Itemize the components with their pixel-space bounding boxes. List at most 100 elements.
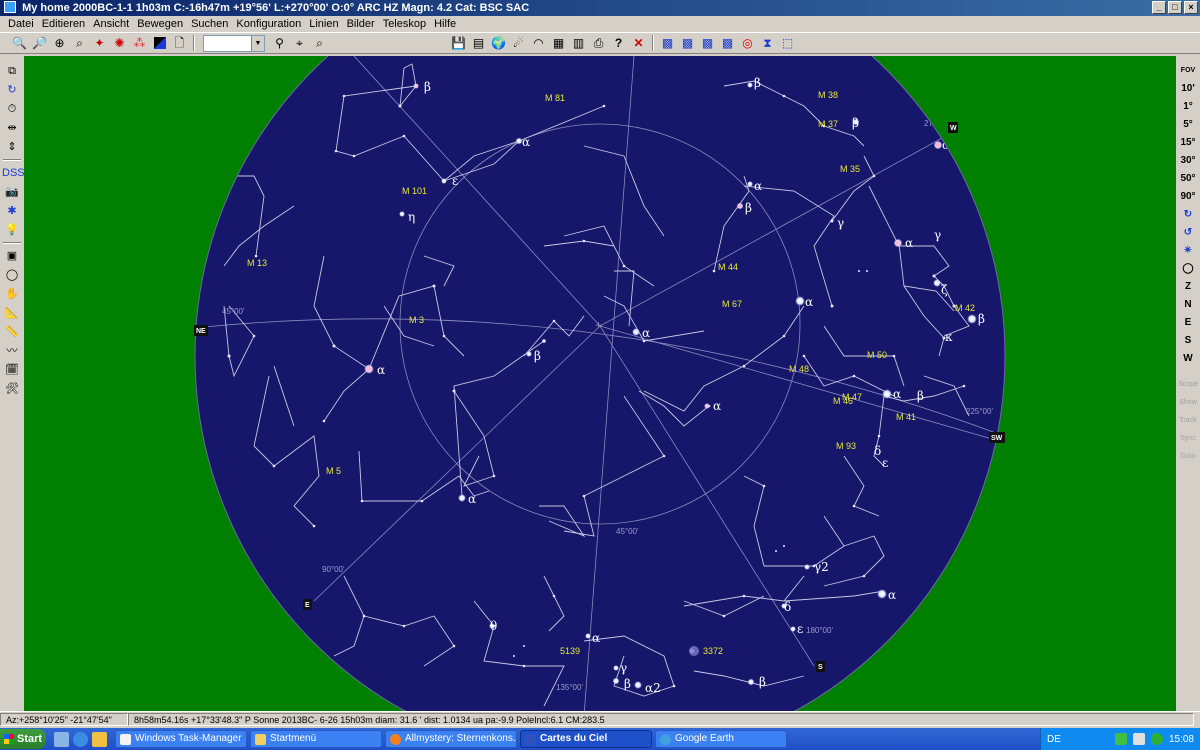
label-delta-cma[interactable]: δ — [874, 444, 881, 458]
zoom-fit-icon[interactable]: ⊕ — [50, 34, 69, 52]
chevron-down-icon[interactable]: ▼ — [251, 35, 264, 51]
measure-icon[interactable]: 📐 — [2, 304, 22, 322]
find-object-icon[interactable]: ⌖ — [290, 34, 309, 52]
path-icon[interactable]: 〰 — [2, 342, 22, 360]
menu-editieren[interactable]: Editieren — [38, 16, 89, 32]
planet-filter-icon[interactable]: ⁂ — [130, 34, 149, 52]
menu-hilfe[interactable]: Hilfe — [430, 16, 460, 32]
clock-icon[interactable]: ⏱ — [2, 100, 22, 118]
refresh-icon[interactable]: ↻ — [2, 81, 22, 99]
globe-icon[interactable]: 🌍 — [489, 34, 508, 52]
menu-linien[interactable]: Linien — [305, 16, 342, 32]
label-m37[interactable]: M 37 — [818, 119, 838, 129]
rotate-ccw-icon[interactable]: ↺ — [1177, 224, 1199, 242]
label-m48[interactable]: M 48 — [789, 364, 809, 374]
fov-1deg-button[interactable]: 1° — [1177, 98, 1199, 116]
label-ngc3372[interactable]: 3372 — [703, 646, 723, 656]
help-icon[interactable]: ? — [609, 34, 628, 52]
security-icon[interactable] — [1150, 733, 1163, 745]
label-gamma-gem[interactable]: γ — [837, 216, 844, 230]
label-m13[interactable]: M 13 — [247, 258, 267, 268]
label-kappa-ori[interactable]: κ — [945, 330, 953, 344]
minimize-button[interactable]: _ — [1152, 1, 1166, 14]
grid-gal-icon[interactable]: ▩ — [698, 34, 717, 52]
label-m93[interactable]: M 93 — [836, 441, 856, 451]
label-epsilon-uma[interactable]: ε — [452, 174, 458, 188]
label-beta-uma[interactable]: β — [424, 80, 431, 94]
label-alpha-car[interactable]: α — [888, 588, 896, 602]
label-m41[interactable]: M 41 — [896, 412, 916, 422]
constellation-icon[interactable]: ⧗ — [758, 34, 777, 52]
menu-datei[interactable]: Datei — [4, 16, 38, 32]
star-filter-icon[interactable]: ✺ — [110, 34, 129, 52]
label-beta-ori[interactable]: β — [978, 312, 985, 326]
rotate-cw-icon[interactable]: ↻ — [1177, 206, 1199, 224]
view-east-button[interactable]: E — [1177, 314, 1199, 332]
volume-icon[interactable] — [1132, 733, 1145, 745]
task-google-earth[interactable]: Google Earth — [655, 730, 787, 748]
circle-icon[interactable]: ◯ — [2, 266, 22, 284]
label-m67[interactable]: M 67 — [722, 299, 742, 309]
horizon-circle-icon[interactable]: ◯ — [1177, 260, 1199, 278]
fov-90deg-button[interactable]: 90° — [1177, 188, 1199, 206]
track-button[interactable]: Track — [1177, 412, 1199, 430]
goto-button[interactable]: Goto — [1177, 448, 1199, 466]
label-beta-cen[interactable]: β — [759, 675, 766, 689]
desktop-icon[interactable] — [54, 731, 69, 747]
print-icon[interactable]: ⎙ — [589, 34, 608, 52]
menu-suchen[interactable]: Suchen — [187, 16, 232, 32]
binoculars-icon[interactable]: ⚲ — [270, 34, 289, 52]
tools-icon[interactable]: 🛠 — [2, 380, 22, 398]
label-m42[interactable]: M 42 — [955, 303, 975, 313]
color-mode-icon[interactable] — [150, 34, 169, 52]
sync-button[interactable]: Sync — [1177, 430, 1199, 448]
label-gamma-cen[interactable]: α — [592, 631, 600, 645]
label-alpha-leo[interactable]: α — [642, 326, 650, 340]
table-icon[interactable]: ▥ — [569, 34, 588, 52]
clock[interactable]: 15:08 — [1169, 734, 1194, 745]
label-gamma-cru[interactable]: γ — [620, 661, 627, 675]
label-alpha-cru[interactable]: α2 — [645, 681, 661, 695]
compass-icon[interactable]: ✴ — [1177, 242, 1199, 260]
config-icon[interactable]: ▤ — [469, 34, 488, 52]
copy-icon[interactable]: ⧉ — [2, 62, 22, 80]
menu-ansicht[interactable]: Ansicht — [89, 16, 133, 32]
label-epsilon-car[interactable]: ε — [797, 622, 803, 636]
label-m101[interactable]: M 101 — [402, 186, 427, 196]
scope-button[interactable]: Scope — [1177, 376, 1199, 394]
label-m35[interactable]: M 35 — [840, 164, 860, 174]
mirror-icon[interactable]: ⇹ — [2, 119, 22, 137]
hand-icon[interactable]: ✋ — [2, 285, 22, 303]
deep-sky-icon[interactable]: DSS — [2, 164, 25, 182]
find-position-icon[interactable]: ⌕ — [310, 34, 329, 52]
menu-konfiguration[interactable]: Konfiguration — [232, 16, 305, 32]
label-alpha-cma[interactable]: α — [893, 387, 901, 401]
network-icon[interactable] — [1114, 733, 1127, 745]
view-south-button[interactable]: S — [1177, 332, 1199, 350]
label-m5[interactable]: M 5 — [326, 466, 341, 476]
boundary-icon[interactable]: ⬚ — [778, 34, 797, 52]
label-m46[interactable]: M 46 — [833, 396, 853, 406]
menu-teleskop[interactable]: Teleskop — [379, 16, 430, 32]
title-bar[interactable]: My home 2000BC-1-1 1h03m C:-16h47m +19°5… — [0, 0, 1200, 16]
document-icon[interactable]: 🗋 — [170, 34, 189, 52]
label-m44[interactable]: M 44 — [718, 262, 738, 272]
label-alpha-hya[interactable]: α — [713, 399, 721, 413]
view-north-button[interactable]: N — [1177, 296, 1199, 314]
label-gamma-vel[interactable]: γ2 — [814, 560, 829, 574]
close-button[interactable]: × — [1184, 1, 1198, 14]
label-beta-cru[interactable]: β — [624, 677, 631, 691]
show-button[interactable]: Show — [1177, 394, 1199, 412]
task-allmystery[interactable]: Allmystery: Sternenkons... — [385, 730, 517, 748]
label-m3[interactable]: M 3 — [409, 315, 424, 325]
sky-chart[interactable]: M 81 M 101 M 13 M 3 M 5 M 38 M 37 M 35 M… — [24, 56, 1176, 711]
fov-5deg-button[interactable]: 5° — [1177, 116, 1199, 134]
task-windows-task-manager[interactable]: Windows Task-Manager — [115, 730, 247, 748]
menu-bewegen[interactable]: Bewegen — [133, 16, 187, 32]
camera-icon[interactable]: 📷 — [2, 183, 22, 201]
start-button[interactable]: Start — [0, 729, 46, 749]
label-zeta-ori[interactable]: ζ — [941, 283, 948, 297]
label-epsilon-cma[interactable]: ε — [882, 456, 888, 470]
fov-15deg-button[interactable]: 15° — [1177, 134, 1199, 152]
fov-50deg-button[interactable]: 50° — [1177, 170, 1199, 188]
